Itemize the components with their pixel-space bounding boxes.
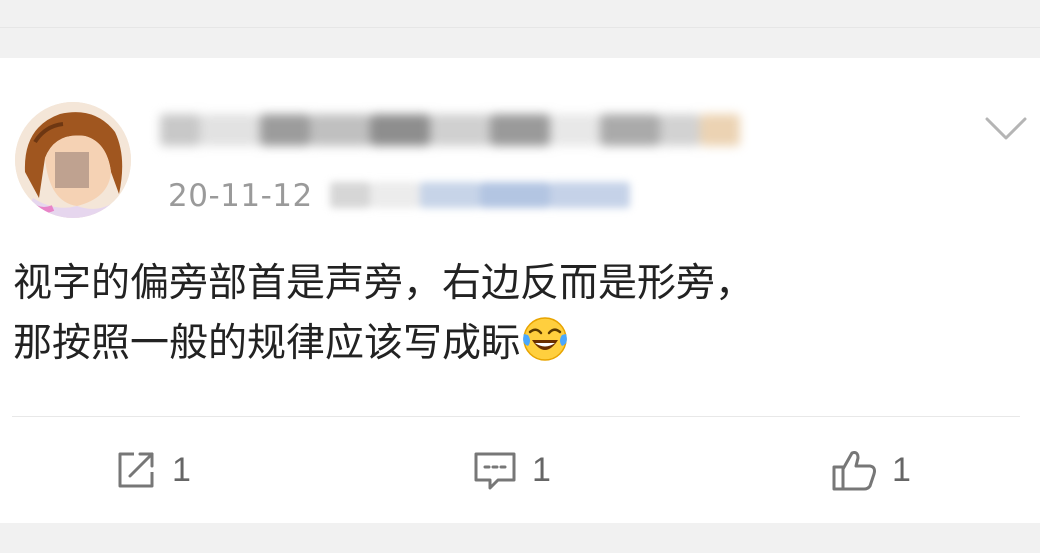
share-icon <box>118 452 154 488</box>
thumbs-up-icon <box>832 451 876 491</box>
laugh-cry-emoji-icon <box>522 316 568 362</box>
avatar[interactable] <box>15 102 131 218</box>
post-content-line-last: 那按照一般的规律应该写成眎 <box>13 314 1023 374</box>
avatar-image <box>15 102 131 218</box>
feed-top-gap <box>0 0 1040 58</box>
post-content-text: 那按照一般的规律应该写成眎 <box>13 321 521 366</box>
repost-count: 1 <box>172 450 191 489</box>
comment-icon <box>474 452 516 490</box>
chevron-down-icon[interactable] <box>984 116 1028 142</box>
username-redacted <box>160 104 740 156</box>
like-button[interactable]: 1 <box>830 446 911 494</box>
post-content-line: 视字的偏旁部首是声旁，右边反而是形旁， <box>13 261 755 306</box>
like-count: 1 <box>892 450 911 489</box>
post-content: 视字的偏旁部首是声旁，右边反而是形旁， 那按照一般的规律应该写成眎 <box>13 254 1023 374</box>
source-redacted <box>330 176 630 216</box>
comment-count: 1 <box>532 450 551 489</box>
post-card[interactable]: 20-11-12 视字的偏旁部首是声旁，右边反而是形旁， 那按照一般的规律应该写… <box>0 58 1040 523</box>
post-timestamp: 20-11-12 <box>168 178 313 214</box>
comment-button[interactable]: 1 <box>472 446 551 494</box>
repost-button[interactable]: 1 <box>114 446 191 494</box>
feed-bottom-gap <box>0 523 1040 553</box>
divider <box>0 27 1040 28</box>
action-divider <box>12 416 1020 417</box>
